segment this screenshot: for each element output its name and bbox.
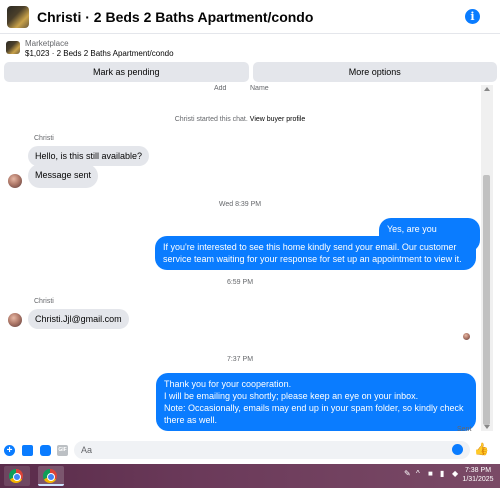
- cut-off-label: Add: [214, 85, 227, 92]
- thumbs-up-icon[interactable]: 👍: [474, 443, 489, 456]
- network-icon[interactable]: ▮: [440, 469, 448, 479]
- messenger-window: Christi · 2 Beds 2 Baths Apartment/condo…: [0, 0, 500, 488]
- incoming-message[interactable]: Message sent: [28, 164, 99, 188]
- scroll-up-icon[interactable]: [484, 87, 490, 91]
- windows-taskbar: ✎ ^ ■ ▮ ◆ 7:38 PM 1/31/2025: [0, 464, 500, 488]
- sender-avatar[interactable]: [8, 174, 22, 188]
- sender-avatar[interactable]: [8, 313, 22, 327]
- gif-icon[interactable]: GIF: [57, 445, 68, 456]
- listing-summary[interactable]: Marketplace $1,023 · 2 Beds 2 Baths Apar…: [0, 38, 500, 60]
- message-line: Note: Occasionally, emails may end up in…: [164, 403, 464, 425]
- chat-title[interactable]: Christi · 2 Beds 2 Baths Apartment/condo: [37, 9, 313, 25]
- sticker-icon[interactable]: [40, 445, 51, 456]
- system-tray: ✎ ^ ■ ▮ ◆: [404, 469, 460, 479]
- chrome-icon: [9, 469, 23, 483]
- incoming-message[interactable]: Hello, is this still available?: [28, 146, 150, 166]
- listing-avatar[interactable]: [7, 5, 29, 28]
- incoming-message[interactable]: Christi.Jjl@gmail.com: [28, 309, 129, 329]
- scrollbar[interactable]: [481, 85, 493, 431]
- message-line: I will be emailing you shortly; please k…: [164, 391, 419, 401]
- system-message: Christi started this chat. View buyer pr…: [0, 116, 480, 123]
- timestamp: 6:59 PM: [226, 279, 254, 286]
- taskbar-app-chrome[interactable]: [4, 466, 30, 486]
- chevron-up-icon[interactable]: ^: [416, 469, 424, 479]
- seen-avatar: [463, 333, 470, 340]
- taskbar-clock[interactable]: 7:38 PM 1/31/2025: [460, 466, 496, 484]
- listing-thumbnail[interactable]: [6, 41, 20, 54]
- message-line: Thank you for your cooperation.: [164, 379, 292, 389]
- mark-as-pending-button[interactable]: Mark as pending: [4, 62, 249, 82]
- sender-name: Christi: [34, 135, 54, 142]
- outgoing-message[interactable]: If you're interested to see this home ki…: [155, 236, 476, 270]
- clock-time: 7:38 PM: [464, 467, 492, 474]
- listing-price-title[interactable]: $1,023 · 2 Beds 2 Baths Apartment/condo: [25, 49, 174, 58]
- volume-icon[interactable]: ◆: [452, 469, 460, 479]
- message-input[interactable]: Aa: [74, 441, 470, 459]
- timestamp: 7:37 PM: [226, 356, 254, 363]
- outgoing-message[interactable]: Thank you for your cooperation. I will b…: [156, 373, 476, 431]
- sender-name: Christi: [34, 298, 54, 305]
- taskbar-app-chrome[interactable]: [38, 466, 64, 486]
- message-list: Add Name Christi started this chat. View…: [0, 85, 480, 435]
- emoji-icon[interactable]: [452, 444, 463, 455]
- scroll-thumb[interactable]: [483, 175, 490, 425]
- chrome-icon: [43, 469, 57, 483]
- chat-start-text: Christi started this chat.: [174, 116, 248, 123]
- view-buyer-profile-link[interactable]: View buyer profile: [250, 116, 306, 123]
- photo-icon[interactable]: [22, 445, 33, 456]
- clock-date: 1/31/2025: [462, 476, 494, 483]
- info-icon[interactable]: i: [465, 9, 480, 24]
- chat-header: Christi · 2 Beds 2 Baths Apartment/condo…: [0, 0, 500, 34]
- more-options-button[interactable]: More options: [252, 62, 497, 82]
- shield-icon[interactable]: ■: [428, 469, 436, 479]
- timestamp: Wed 8:39 PM: [218, 201, 262, 208]
- message-composer: + GIF Aa 👍: [0, 438, 500, 464]
- plus-icon[interactable]: +: [4, 445, 15, 456]
- delivery-status: Sent: [457, 426, 472, 433]
- scroll-down-icon[interactable]: [484, 425, 490, 429]
- cut-off-label: Name: [250, 85, 269, 92]
- listing-actions: Mark as pending More options: [4, 62, 497, 82]
- marketplace-label: Marketplace: [25, 39, 69, 48]
- pen-icon[interactable]: ✎: [404, 469, 412, 479]
